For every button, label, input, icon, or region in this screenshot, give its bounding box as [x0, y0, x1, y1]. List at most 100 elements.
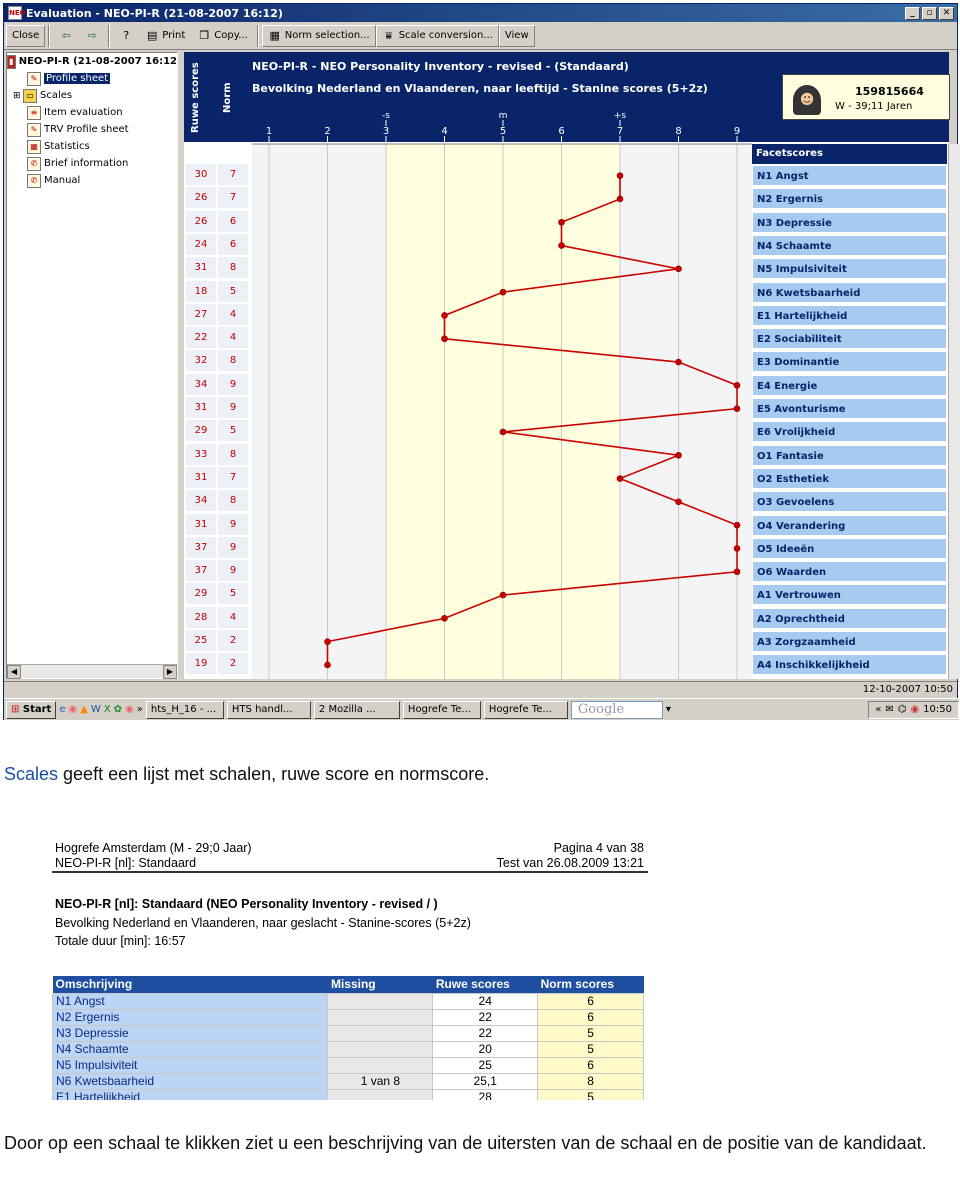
vertical-scrollbar[interactable] [948, 144, 960, 679]
facet-row[interactable]: 33 8 O1 Fantasie [184, 443, 949, 466]
tree-item-scales[interactable]: ⊞ ▭ Scales [7, 87, 177, 104]
facet-label[interactable]: E5 Avonturisme [752, 398, 947, 419]
facet-row[interactable]: 27 4 E1 Hartelijkheid [184, 303, 949, 326]
facet-row[interactable]: 31 8 N5 Impulsiviteit [184, 257, 949, 280]
facet-label[interactable]: E6 Vrolijkheid [752, 421, 947, 443]
taskbar-task[interactable]: HTS handl... [226, 700, 311, 719]
facet-label[interactable]: E4 Energie [752, 374, 947, 396]
facet-row[interactable]: 28 4 A2 Oprechtheid [184, 606, 949, 629]
facet-row[interactable]: 37 9 O6 Waarden [184, 560, 949, 583]
facet-row[interactable]: 34 9 E4 Energie [184, 373, 949, 396]
google-search-box[interactable]: Google [570, 700, 663, 719]
facet-row[interactable]: 24 6 N4 Schaamte [184, 233, 949, 256]
facet-row[interactable]: 22 4 E2 Sociabiliteit [184, 327, 949, 350]
raw-score: 18 [186, 280, 216, 303]
forward-button[interactable]: ⇨ [79, 25, 105, 47]
minimize-button[interactable]: _ [905, 6, 920, 20]
facet-row[interactable]: 37 9 O5 Ideeën [184, 536, 949, 559]
quick-launch-word-icon[interactable]: W [91, 704, 101, 715]
facet-label[interactable]: A1 Vertrouwen [752, 584, 947, 606]
close-window-button[interactable]: ✕ [939, 6, 954, 20]
quick-launch-ie-icon[interactable]: e [59, 704, 65, 715]
facet-label[interactable]: O6 Waarden [752, 561, 947, 583]
table-row: N5 Impulsiviteit 25 6 [52, 1056, 644, 1074]
column-header: Ruwe scores [432, 976, 538, 993]
facet-row[interactable]: 31 9 E5 Avonturisme [184, 397, 949, 419]
facet-label[interactable]: N3 Depressie [752, 211, 947, 233]
tree-item-statistics[interactable]: ▦ Statistics [7, 138, 177, 155]
facet-label[interactable]: N6 Kwetsbaarheid [752, 281, 947, 303]
start-button[interactable]: ⊞ Start [6, 700, 57, 719]
facet-label[interactable]: A2 Oprechtheid [752, 607, 947, 629]
facet-row[interactable]: 31 9 O4 Verandering [184, 513, 949, 536]
facet-row[interactable]: 29 5 E6 Vrolijkheid [184, 420, 949, 443]
facet-row[interactable]: 31 7 O2 Esthetiek [184, 466, 949, 489]
more-icon[interactable]: » [137, 704, 143, 715]
facet-label[interactable]: N4 Schaamte [752, 234, 947, 256]
taskbar-task[interactable]: Hogrefe Te... [402, 700, 481, 719]
network-icon[interactable]: ⌬ [898, 704, 907, 715]
horizontal-scrollbar[interactable]: ◀ ▶ [7, 664, 177, 679]
facet-row[interactable]: 25 2 A3 Zorgzaamheid [184, 630, 949, 652]
facet-label[interactable]: O1 Fantasie [752, 444, 947, 466]
facet-row[interactable]: 19 2 A4 Inschikkelijkheid [184, 653, 949, 676]
tree-item-manual[interactable]: ✆ Manual [7, 172, 177, 189]
print-button[interactable]: ▤ Print [139, 25, 191, 47]
scale-conversion-button[interactable]: ⩸ Scale conversion... [375, 24, 499, 47]
tree-item-profile-sheet[interactable]: ✎ Profile sheet [7, 70, 177, 87]
view-button[interactable]: View [498, 24, 535, 47]
quick-launch-firefox-icon[interactable]: ◉ [68, 704, 77, 715]
facet-label[interactable]: E1 Hartelijkheid [752, 304, 947, 326]
tree-item-trv-profile-sheet[interactable]: ✎ TRV Profile sheet [7, 121, 177, 138]
expand-icon[interactable]: ⊞ [13, 91, 23, 101]
tree-item-brief-information[interactable]: ✆ Brief information [7, 155, 177, 172]
mail-icon[interactable]: ✉ [885, 704, 893, 715]
facet-label[interactable]: O4 Verandering [752, 514, 947, 536]
tray-chevron-icon[interactable]: « [875, 704, 881, 715]
tree-root[interactable]: ▮ NEO-PI-R (21-08-2007 16:12 [7, 53, 177, 70]
facet-row[interactable]: 30 7 N1 Angst [184, 164, 949, 186]
facet-label[interactable]: N5 Impulsiviteit [752, 258, 947, 280]
tree-item-item-evaluation[interactable]: ≡ Item evaluation [7, 104, 177, 121]
report-org: Hogrefe Amsterdam (M - 29;0 Jaar) [55, 841, 252, 855]
norm-selection-button[interactable]: ▦ Norm selection... [261, 24, 376, 47]
facet-row[interactable]: 26 6 N3 Depressie [184, 210, 949, 233]
facet-label[interactable]: A4 Inschikkelijkheid [752, 654, 947, 676]
facet-label[interactable]: O3 Gevoelens [752, 491, 947, 513]
quick-launch-firefox-icon[interactable]: ◉ [125, 704, 134, 715]
scroll-right-icon[interactable]: ▶ [163, 665, 177, 679]
norm-score: 5 [218, 583, 248, 606]
facet-label[interactable]: O5 Ideeën [752, 537, 947, 559]
facet-label[interactable]: E2 Sociabiliteit [752, 328, 947, 350]
back-button[interactable]: ⇦ [53, 25, 79, 47]
window-title: Evaluation - NEO-PI-R (21-08-2007 16:12) [26, 6, 283, 20]
scale-marker-label: -s [382, 111, 390, 121]
facet-label[interactable]: N2 Ergernis [752, 188, 947, 210]
copy-button[interactable]: ❐ Copy... [191, 25, 253, 47]
facet-label[interactable]: A3 Zorgzaamheid [752, 631, 947, 652]
close-button[interactable]: Close [6, 24, 46, 47]
taskbar-task[interactable]: Hogrefe Te... [483, 700, 568, 719]
maximize-button[interactable]: ▫ [922, 6, 937, 20]
dropdown-icon[interactable]: ▾ [666, 704, 671, 715]
facet-row[interactable]: 29 5 A1 Vertrouwen [184, 583, 949, 606]
raw-score: 34 [186, 490, 216, 513]
taskbar-task[interactable]: hts_H_16 - ... [145, 700, 224, 719]
help-button[interactable]: ? [113, 25, 139, 47]
quick-launch-excel-icon[interactable]: X [104, 704, 111, 715]
facet-row[interactable]: 34 8 O3 Gevoelens [184, 490, 949, 513]
facet-row[interactable]: 26 7 N2 Ergernis [184, 187, 949, 210]
facet-row[interactable]: 32 8 E3 Dominantie [184, 350, 949, 373]
taskbar-task[interactable]: 2 Mozilla ... [313, 700, 400, 719]
quick-launch-messenger-icon[interactable]: ✿ [114, 704, 122, 715]
facet-label[interactable]: O2 Esthetiek [752, 467, 947, 489]
quick-launch-vlc-icon[interactable]: ▲ [80, 704, 88, 715]
table-cell: 20 [432, 1040, 539, 1058]
facet-row[interactable]: 18 5 N6 Kwetsbaarheid [184, 280, 949, 303]
browser-icon[interactable]: ◉ [910, 704, 919, 715]
scales-link[interactable]: Scales [4, 764, 58, 784]
clock[interactable]: 10:50 [923, 704, 952, 715]
scroll-left-icon[interactable]: ◀ [7, 665, 21, 679]
facet-label[interactable]: E3 Dominantie [752, 351, 947, 373]
facet-label[interactable]: N1 Angst [752, 165, 947, 186]
